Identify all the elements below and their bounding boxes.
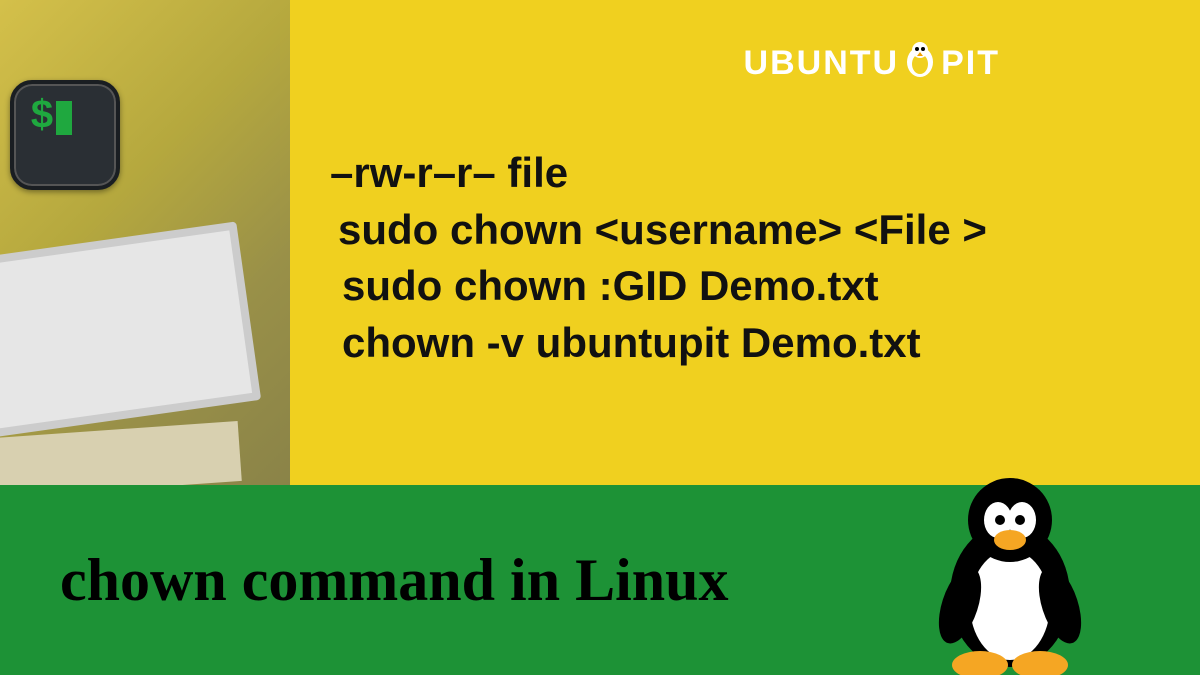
logo-text-part1: UBUNTU xyxy=(744,44,900,83)
command-line-2: sudo chown <username> <File > xyxy=(338,202,987,259)
laptop-screen xyxy=(0,221,261,438)
command-examples: –rw-r–r– file sudo chown <username> <Fil… xyxy=(330,145,987,372)
terminal-prompt: $ xyxy=(30,98,72,138)
ubuntupit-logo: UBUNTU PIT xyxy=(744,40,1000,87)
logo-penguin-icon xyxy=(903,40,937,87)
command-line-3: sudo chown :GID Demo.txt xyxy=(342,258,987,315)
command-line-4: chown -v ubuntupit Demo.txt xyxy=(342,315,987,372)
laptop-photo xyxy=(0,0,290,485)
terminal-cursor xyxy=(56,101,72,135)
top-section: $ UBUNTU PIT –rw-r–r– file sudo chown <u… xyxy=(0,0,1200,485)
command-line-1: –rw-r–r– file xyxy=(330,145,987,202)
logo-text-part2: PIT xyxy=(941,44,1000,83)
bottom-section: chown command in Linux xyxy=(0,485,1200,675)
terminal-icon: $ xyxy=(10,80,120,190)
page-title: chown command in Linux xyxy=(60,546,729,615)
tux-penguin-icon xyxy=(920,465,1100,675)
terminal-prompt-symbol: $ xyxy=(30,98,54,138)
